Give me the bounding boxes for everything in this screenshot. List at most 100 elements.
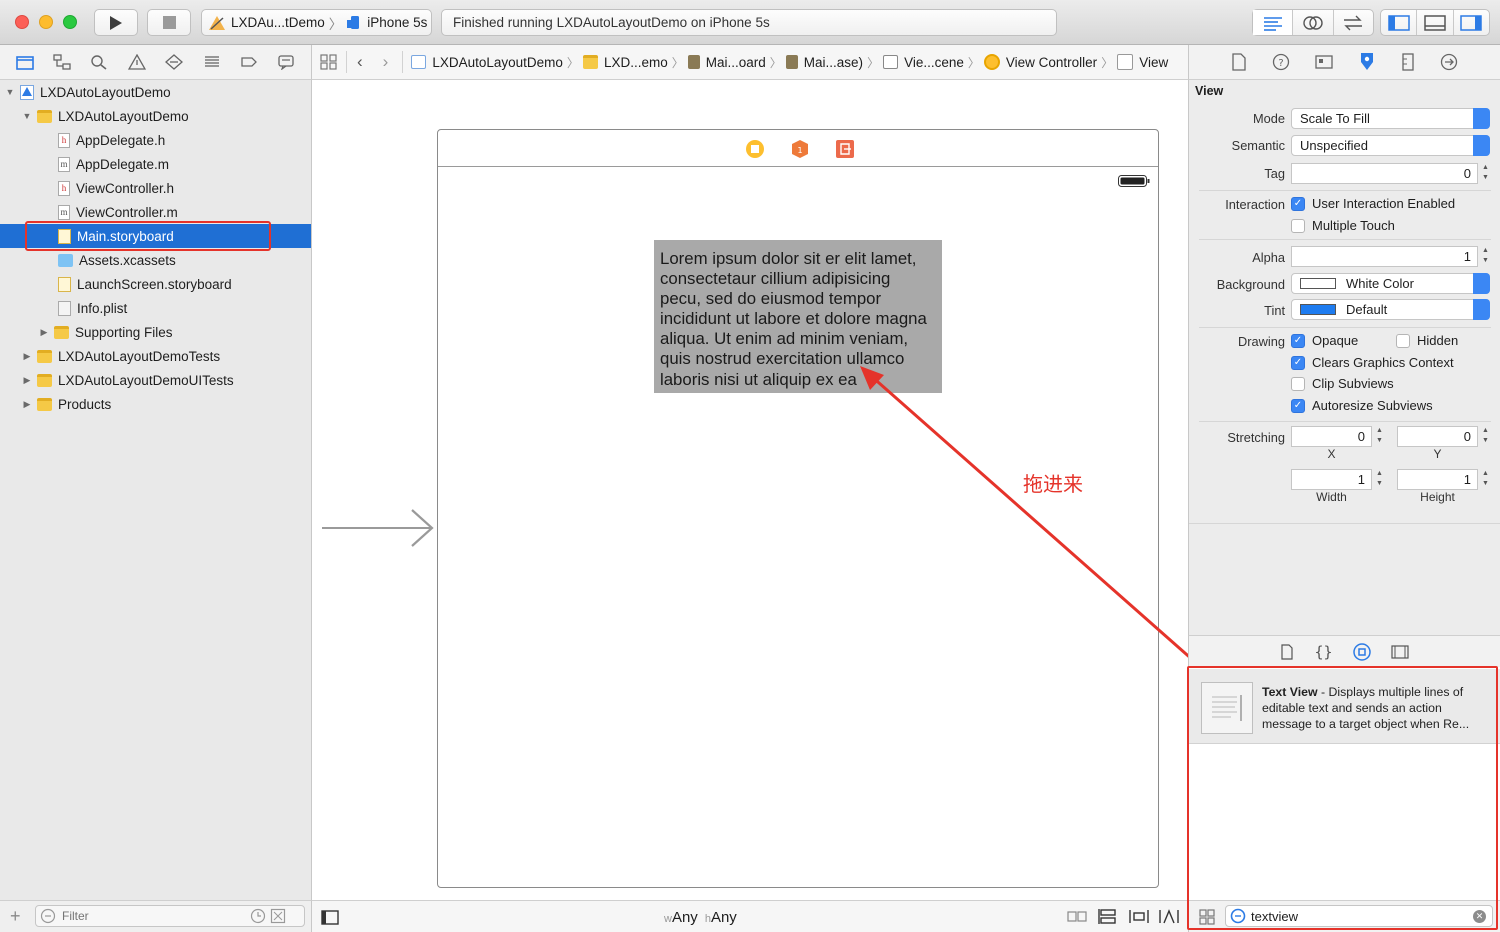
scheme-selector[interactable]: LXDAu...tDemo 〉 iPhone 5s [201,9,432,36]
breadcrumb-group[interactable]: LXD...emo [582,55,668,70]
disclosure-open-icon[interactable]: ▼ [21,111,33,121]
media-library-icon[interactable] [1390,644,1409,659]
nav-item-group[interactable]: ▼ LXDAutoLayoutDemo [0,104,311,128]
first-responder-cube-icon[interactable]: 1 [790,139,810,159]
back-chevron-icon[interactable]: ‹ [357,52,363,72]
filter-input[interactable] [62,909,242,923]
breakpoint-navigator-icon[interactable] [240,54,258,70]
stretch-x-stepper-icon[interactable]: ▲ ▼ [1375,426,1384,447]
clears-graphics-checkbox[interactable]: ✓ Clears Graphics Context [1291,355,1454,370]
zoom-window-button[interactable] [63,15,77,29]
minimize-window-button[interactable] [39,15,53,29]
update-frames-icon[interactable] [1067,908,1087,925]
toggle-utilities-button[interactable] [1454,10,1489,35]
background-color-popup[interactable]: White Color [1291,273,1490,294]
tint-color-popup[interactable]: Default [1291,299,1490,320]
scm-filter-icon[interactable] [270,908,286,924]
opaque-checkbox[interactable]: ✓ Opaque [1291,333,1358,348]
code-snippet-library-icon[interactable]: {} [1314,643,1332,661]
clip-subviews-checkbox[interactable]: Clip Subviews [1291,376,1394,391]
tag-field[interactable]: 0 [1291,163,1478,184]
hidden-checkbox[interactable]: Hidden [1396,333,1458,348]
breadcrumb-view[interactable]: View [1117,54,1168,70]
mode-popup[interactable]: Scale To Fill [1291,108,1490,129]
stretch-y-field[interactable]: 0 [1397,426,1478,447]
disclosure-closed-icon[interactable]: ▶ [21,351,33,362]
size-inspector-icon[interactable] [1401,53,1415,71]
stretch-height-stepper-icon[interactable]: ▲ ▼ [1481,469,1490,490]
semantic-popup[interactable]: Unspecified [1291,135,1490,156]
add-file-icon[interactable]: + [10,907,21,925]
stack-icon[interactable] [1098,908,1118,925]
tag-stepper-icon[interactable]: ▲ ▼ [1481,163,1490,184]
run-button[interactable] [94,9,138,36]
toggle-navigator-button[interactable] [1381,10,1418,35]
identity-inspector-icon[interactable] [1315,53,1333,71]
document-outline-toggle-icon[interactable] [321,910,339,925]
nav-item-file[interactable]: h ViewController.h [0,176,311,200]
autoresize-subviews-checkbox[interactable]: ✓ Autoresize Subviews [1291,398,1433,413]
align-icon[interactable] [1128,908,1150,925]
nav-item-file[interactable]: LaunchScreen.storyboard [0,272,311,296]
nav-item-file[interactable]: m AppDelegate.m [0,152,311,176]
breadcrumb-storyboard[interactable]: Mai...oard [687,55,766,70]
pin-icon[interactable] [1158,908,1180,925]
alpha-field[interactable]: 1 [1291,246,1478,267]
toggle-debug-area-button[interactable] [1417,10,1454,35]
disclosure-closed-icon[interactable]: ▶ [38,327,50,338]
file-inspector-icon[interactable] [1231,53,1247,71]
project-navigator-folder-icon[interactable] [15,54,34,70]
assistant-editor-button[interactable] [1293,10,1334,35]
forward-chevron-icon[interactable]: › [383,52,389,72]
multiple-touch-checkbox[interactable]: Multiple Touch [1291,218,1395,233]
stretch-width-field[interactable]: 1 [1291,469,1372,490]
stop-button[interactable] [147,9,191,36]
view-controller-icon[interactable] [745,139,765,159]
nav-item-file[interactable]: Info.plist [0,296,311,320]
object-library-icon[interactable] [1352,642,1371,661]
recent-clock-icon[interactable] [250,908,266,924]
breadcrumb-project[interactable]: LXDAutoLayoutDemo [411,55,563,70]
size-class-selector[interactable]: w Any h Any [664,909,737,926]
disclosure-closed-icon[interactable]: ▶ [21,399,33,410]
nav-item-label: LXDAutoLayoutDemo [58,108,189,124]
exit-icon[interactable] [835,139,855,159]
attributes-inspector-icon[interactable] [1358,52,1376,72]
disclosure-open-icon[interactable]: ▼ [4,87,16,97]
find-navigator-search-icon[interactable] [90,54,108,70]
breadcrumb-storyboard-base[interactable]: Mai...ase) [785,55,863,70]
stretch-y-stepper-icon[interactable]: ▲ ▼ [1481,426,1490,447]
nav-item-group[interactable]: ▶ LXDAutoLayoutDemoUITests [0,368,311,392]
quick-help-icon[interactable]: ? [1272,53,1290,71]
breadcrumb-scene[interactable]: Vie...cene [883,55,964,70]
nav-item-file[interactable]: Assets.xcassets [0,248,311,272]
standard-editor-button[interactable] [1253,10,1294,35]
nav-item-group[interactable]: ▶ Supporting Files [0,320,311,344]
symbol-navigator-icon[interactable] [53,54,71,70]
nav-item-project[interactable]: ▼ LXDAutoLayoutDemo [0,80,311,104]
connections-inspector-icon[interactable] [1440,53,1458,71]
breadcrumb-view-controller[interactable]: View Controller [983,54,1097,70]
stretch-width-stepper-icon[interactable]: ▲ ▼ [1375,469,1384,490]
stretch-x-field[interactable]: 0 [1291,426,1372,447]
user-interaction-checkbox[interactable]: ✓ User Interaction Enabled [1291,196,1455,211]
alpha-stepper-icon[interactable]: ▲ ▼ [1481,246,1490,267]
view-icon [1117,54,1134,70]
disclosure-closed-icon[interactable]: ▶ [21,375,33,386]
report-navigator-icon[interactable] [277,54,295,70]
related-items-grid-icon[interactable] [320,54,338,70]
version-editor-button[interactable] [1334,10,1373,35]
nav-item-group[interactable]: ▶ Products [0,392,311,416]
file-template-library-icon[interactable] [1280,643,1294,660]
close-window-button[interactable] [15,15,29,29]
debug-navigator-icon[interactable] [203,54,221,70]
stretch-height-field[interactable]: 1 [1397,469,1478,490]
nav-item-group[interactable]: ▶ LXDAutoLayoutDemoTests [0,344,311,368]
nav-item-label: Products [58,396,112,412]
issue-navigator-warning-icon[interactable] [127,54,146,70]
nav-item-label: LXDAutoLayoutDemoTests [58,348,221,364]
test-navigator-diamond-icon[interactable] [165,54,184,70]
arrows-swap-icon [1344,15,1363,30]
filter-field[interactable] [35,905,305,927]
nav-item-file[interactable]: h AppDelegate.h [0,128,311,152]
